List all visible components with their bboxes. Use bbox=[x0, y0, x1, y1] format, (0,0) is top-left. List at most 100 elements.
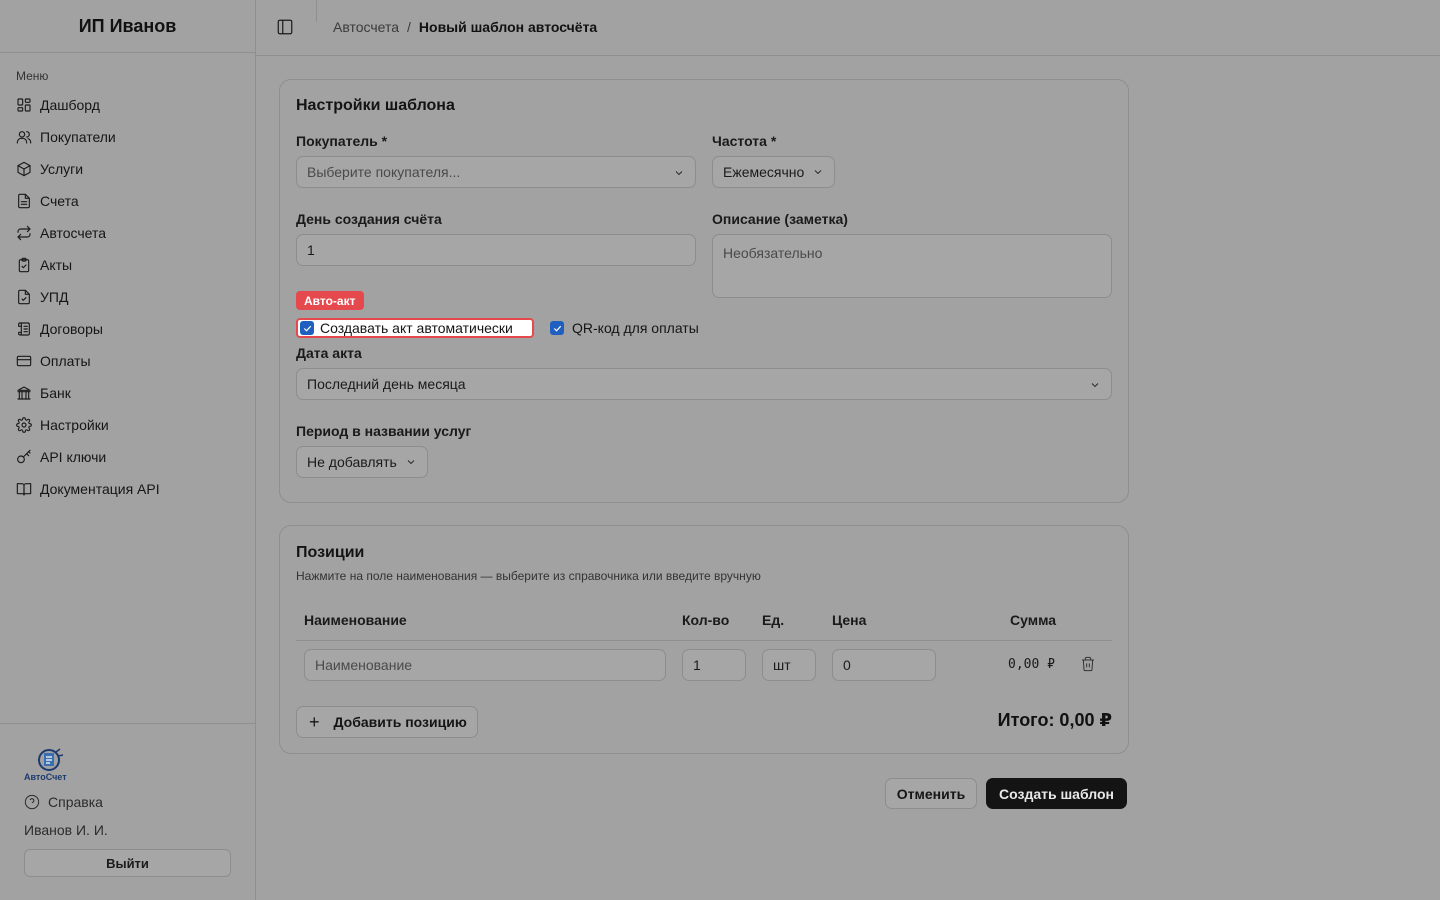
logout-button[interactable]: Выйти bbox=[24, 849, 231, 877]
plus-icon: + bbox=[309, 711, 320, 732]
item-sum: 0,00 ₽ bbox=[1008, 657, 1055, 672]
sidebar-item-label: API ключи bbox=[40, 449, 107, 465]
buyer-label: Покупатель * bbox=[296, 133, 388, 149]
auto-act-checkbox[interactable]: Создавать акт автоматически bbox=[296, 318, 534, 338]
period-select[interactable]: Не добавлять bbox=[296, 446, 428, 478]
cancel-button[interactable]: Отменить bbox=[885, 778, 977, 809]
period-value: Не добавлять bbox=[307, 454, 397, 470]
sidebar-item-services[interactable]: Услуги bbox=[0, 153, 255, 185]
sidebar-item-label: Оплаты bbox=[40, 353, 91, 369]
column-header-price: Цена bbox=[832, 612, 867, 628]
trash-icon bbox=[1082, 656, 1094, 672]
sidebar-item-label: Акты bbox=[40, 257, 73, 273]
sidebar-item-label: Покупатели bbox=[40, 129, 116, 145]
item-unit-value: шт bbox=[773, 657, 791, 673]
menu-label: Меню bbox=[16, 69, 49, 83]
positions-title: Позиции bbox=[296, 544, 365, 561]
day-input[interactable]: 1 bbox=[296, 234, 696, 266]
positions-subtitle: Нажмите на поле наименования — выберите … bbox=[296, 569, 761, 583]
user-name: Иванов И. И. bbox=[24, 822, 108, 838]
checkbox-checked-icon bbox=[550, 321, 564, 335]
panel-left-icon bbox=[277, 19, 293, 35]
bank-icon bbox=[16, 385, 32, 401]
description-placeholder: Необязательно bbox=[723, 245, 823, 261]
sidebar-item-buyers[interactable]: Покупатели bbox=[0, 121, 255, 153]
header-divider bbox=[316, 0, 317, 22]
sidebar-item-dashboard[interactable]: Дашборд bbox=[0, 89, 255, 121]
qr-checkbox[interactable]: QR-код для оплаты bbox=[550, 320, 699, 336]
help-circle-icon bbox=[24, 794, 40, 810]
book-icon bbox=[16, 481, 32, 497]
sidebar: ИП Иванов Меню Дашборд Покупатели Услуги… bbox=[0, 0, 256, 900]
breadcrumb-separator: / bbox=[407, 19, 411, 35]
delete-row-button[interactable] bbox=[1080, 656, 1096, 672]
chevron-down-icon bbox=[1089, 378, 1101, 390]
positions-card: Позиции Нажмите на поле наименования — в… bbox=[279, 525, 1129, 754]
sidebar-item-auto-invoices[interactable]: Автосчета bbox=[0, 217, 255, 249]
help-link[interactable]: Справка bbox=[24, 794, 103, 810]
add-position-button[interactable]: + Добавить позицию bbox=[296, 706, 478, 738]
sidebar-item-settings[interactable]: Настройки bbox=[0, 409, 255, 441]
sidebar-item-label: Банк bbox=[40, 385, 71, 401]
credit-card-icon bbox=[16, 353, 32, 369]
settings-title: Настройки шаблона bbox=[296, 97, 455, 114]
sidebar-item-label: Счета bbox=[40, 193, 79, 209]
auto-act-checkbox-label: Создавать акт автоматически bbox=[320, 320, 513, 336]
sidebar-item-contracts[interactable]: Договоры bbox=[0, 313, 255, 345]
act-date-select[interactable]: Последний день месяца bbox=[296, 368, 1112, 400]
sidebar-item-acts[interactable]: Акты bbox=[0, 249, 255, 281]
item-price-value: 0 bbox=[843, 657, 851, 673]
key-icon bbox=[16, 449, 32, 465]
qr-checkbox-label: QR-код для оплаты bbox=[572, 320, 699, 336]
sidebar-item-api-docs[interactable]: Документация API bbox=[0, 473, 255, 505]
column-header-name: Наименование bbox=[304, 612, 407, 628]
package-icon bbox=[16, 161, 32, 177]
act-date-value: Последний день месяца bbox=[307, 376, 466, 392]
sidebar-item-label: УПД bbox=[40, 289, 69, 305]
repeat-icon bbox=[16, 225, 32, 241]
sidebar-item-label: Автосчета bbox=[40, 225, 107, 241]
table-header-divider bbox=[296, 640, 1112, 641]
sidebar-item-label: Дашборд bbox=[40, 97, 100, 113]
buyer-select-placeholder: Выберите покупателя... bbox=[307, 164, 461, 180]
period-label: Период в названии услуг bbox=[296, 423, 472, 439]
users-icon bbox=[16, 129, 32, 145]
item-name-input[interactable]: Наименование bbox=[304, 649, 666, 681]
auto-act-badge: Авто-акт bbox=[296, 291, 364, 310]
add-position-label: Добавить позицию bbox=[333, 714, 467, 730]
day-value: 1 bbox=[307, 242, 315, 258]
logo-icon bbox=[38, 748, 64, 771]
brand-title: ИП Иванов bbox=[0, 0, 255, 53]
logo-text: АвтоСчет bbox=[24, 772, 67, 782]
frequency-value: Ежемесячно bbox=[723, 164, 805, 180]
breadcrumb-parent-link[interactable]: Автосчета bbox=[333, 19, 399, 35]
item-qty-input[interactable]: 1 bbox=[682, 649, 746, 681]
dashboard-icon bbox=[16, 97, 32, 113]
sidebar-item-invoices[interactable]: Счета bbox=[0, 185, 255, 217]
chevron-down-icon bbox=[673, 166, 685, 178]
sidebar-item-upd[interactable]: УПД bbox=[0, 281, 255, 313]
item-qty-value: 1 bbox=[693, 657, 701, 673]
item-unit-input[interactable]: шт bbox=[762, 649, 816, 681]
frequency-select[interactable]: Ежемесячно bbox=[712, 156, 836, 188]
gear-icon bbox=[16, 417, 32, 433]
chevron-down-icon bbox=[405, 456, 417, 468]
sidebar-item-payments[interactable]: Оплаты bbox=[0, 345, 255, 377]
scroll-icon bbox=[16, 321, 32, 337]
item-price-input[interactable]: 0 bbox=[832, 649, 936, 681]
sidebar-item-api-keys[interactable]: API ключи bbox=[0, 441, 255, 473]
file-check-icon bbox=[16, 289, 32, 305]
clipboard-check-icon bbox=[16, 257, 32, 273]
description-textarea[interactable]: Необязательно bbox=[712, 234, 1112, 298]
buyer-select[interactable]: Выберите покупателя... bbox=[296, 156, 696, 188]
breadcrumb: Автосчета / Новый шаблон автосчёта bbox=[333, 19, 597, 35]
sidebar-toggle-button[interactable] bbox=[276, 18, 296, 38]
sidebar-item-label: Настройки bbox=[40, 417, 109, 433]
create-template-button[interactable]: Создать шаблон bbox=[986, 778, 1127, 809]
sidebar-item-bank[interactable]: Банк bbox=[0, 377, 255, 409]
item-name-placeholder: Наименование bbox=[315, 657, 413, 673]
sidebar-item-label: Услуги bbox=[40, 161, 84, 177]
frequency-label: Частота * bbox=[712, 133, 777, 149]
app-logo: АвтоСчет bbox=[24, 748, 80, 786]
top-header: Автосчета / Новый шаблон автосчёта bbox=[256, 0, 1440, 56]
